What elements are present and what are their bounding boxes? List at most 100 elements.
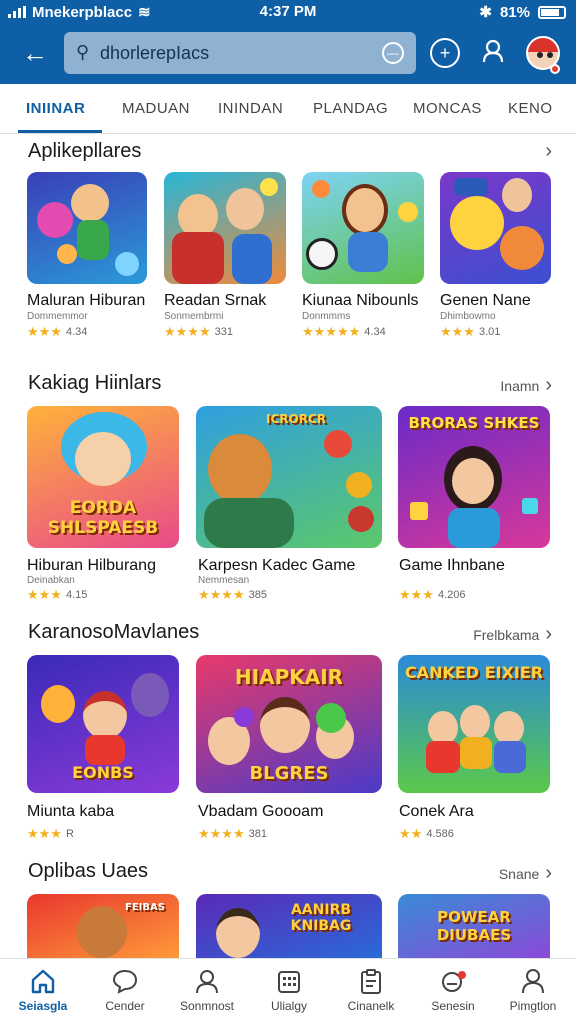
- section-more-label: Frelbkama: [473, 626, 540, 643]
- app-title: Game Ihnbane: [399, 557, 505, 574]
- rating-stars: ★★★: [399, 587, 434, 602]
- nav-item-ulialgy[interactable]: Ulialgy: [248, 967, 330, 1013]
- nav-label: Seiasgla: [18, 999, 68, 1013]
- app-thumbnail[interactable]: [440, 172, 551, 284]
- nav-item-sonmnost[interactable]: Sonmnost: [166, 967, 248, 1013]
- rating-value: 4.15: [65, 589, 88, 601]
- app-rating: ★★★★ 381: [198, 826, 267, 842]
- rating-stars: ★★★★: [198, 826, 245, 841]
- tab-indicator: [18, 130, 102, 133]
- nav-item-seiasgla[interactable]: Seiasgla: [2, 967, 84, 1013]
- section-title: Kakiag Hiinlars: [28, 372, 162, 394]
- clear-icon[interactable]: —: [382, 42, 404, 64]
- nav-item-senesin[interactable]: Senesin: [412, 967, 494, 1013]
- app-rating: ★★ 4.586: [399, 826, 454, 842]
- nav-label: Sonmnost: [179, 999, 235, 1013]
- user-icon[interactable]: [478, 38, 508, 68]
- rating-value: 331: [214, 326, 233, 338]
- thumbnail-logo-text: CANKED EIXIER: [404, 663, 544, 682]
- app-thumbnail[interactable]: HIAPKAIR BLGRES: [196, 655, 382, 793]
- tab-plandag[interactable]: PLANDAG: [313, 100, 388, 117]
- rating-value: R: [65, 828, 74, 840]
- app-card[interactable]: BRORAS SHKES: [398, 406, 550, 548]
- app-card[interactable]: POWEAR DIUBAES: [398, 894, 550, 958]
- app-thumbnail[interactable]: CANKED EIXIER: [398, 655, 550, 793]
- rating-value: 381: [248, 828, 267, 840]
- category-tabs: INIINAR MADUAN ININDAN PLANDAG MONCAS KE…: [0, 84, 576, 134]
- app-rating: ★★★★★ 4.34: [302, 324, 386, 340]
- app-developer: Deinabkan: [27, 575, 75, 586]
- app-rating: ★★★ 3.01: [440, 324, 500, 340]
- app-thumbnail[interactable]: FEIBAS: [27, 894, 179, 958]
- rating-value: 385: [248, 589, 267, 601]
- bottom-navigation: Seiasgla Cender Sonmnost Ulialgy Cinanel…: [0, 958, 576, 1024]
- app-card[interactable]: [27, 172, 147, 284]
- nav-item-pimgtlon[interactable]: Pimgtlon: [492, 967, 574, 1013]
- section-more-label: Inamn: [500, 377, 540, 394]
- app-thumbnail[interactable]: POWEAR DIUBAES: [398, 894, 550, 958]
- app-developer: Dommemmor: [27, 311, 88, 322]
- rating-value: 4.206: [437, 589, 466, 601]
- nav-item-cinanelk[interactable]: Cinanelk: [330, 967, 412, 1013]
- app-card[interactable]: EONBS: [27, 655, 179, 793]
- section-more-link[interactable]: ›: [545, 140, 552, 163]
- app-card[interactable]: [302, 172, 424, 284]
- header: ← ⚲ — +: [0, 30, 576, 76]
- app-card[interactable]: ICRORCR: [196, 406, 382, 548]
- section-more-label: Snane: [498, 865, 540, 882]
- app-thumbnail[interactable]: ICRORCR: [196, 406, 382, 548]
- app-card[interactable]: AANIRB KNIBAG: [196, 894, 382, 958]
- app-rating: ★★★★ 385: [198, 587, 267, 603]
- app-card[interactable]: [440, 172, 551, 284]
- section-more-link[interactable]: Snane ›: [499, 862, 552, 885]
- rating-stars: ★★★: [440, 324, 475, 339]
- app-thumbnail[interactable]: [27, 172, 147, 284]
- section-more-link[interactable]: Inamn ›: [500, 374, 552, 397]
- thumbnail-logo-text: EONBS: [72, 763, 134, 782]
- tab-inindan[interactable]: ININDAN: [218, 100, 283, 117]
- section-title: Aplikepllares: [28, 140, 142, 162]
- nav-label: Cender: [105, 999, 145, 1013]
- rating-value: 4.34: [65, 326, 88, 338]
- app-thumbnail[interactable]: [302, 172, 424, 284]
- tab-moncas[interactable]: MONCAS: [413, 100, 482, 117]
- add-icon[interactable]: +: [430, 38, 460, 68]
- rating-stars: ★★★★: [198, 587, 245, 602]
- app-rating: ★★★★ 331: [164, 324, 233, 340]
- app-title: Maluran Hiburan: [27, 292, 146, 309]
- rating-stars: ★★★: [27, 324, 62, 339]
- app-developer: Dhimbowmo: [440, 311, 496, 322]
- app-thumbnail[interactable]: EONBS: [27, 655, 179, 793]
- rating-value: 3.01: [478, 326, 501, 338]
- battery-percent: 81%: [499, 3, 530, 21]
- person-icon: [522, 969, 544, 994]
- app-title: Vbadam Goooam: [198, 803, 324, 820]
- app-card[interactable]: EORDA SHLSPAESB: [27, 406, 179, 548]
- tab-keno[interactable]: KENO: [508, 100, 553, 117]
- search-input[interactable]: [100, 38, 370, 68]
- back-arrow-icon[interactable]: ←: [18, 36, 52, 70]
- tab-iniinar[interactable]: INIINAR: [26, 100, 85, 117]
- app-thumbnail[interactable]: [164, 172, 286, 284]
- chevron-right-icon: ›: [545, 862, 552, 884]
- home-icon: [31, 969, 55, 994]
- profile-icon: [196, 970, 218, 994]
- app-screen: Mnekerpblacc ≋ 4:37 PM ✱ 81% ← ⚲ — +: [0, 0, 576, 1024]
- app-title: Genen Nane: [440, 292, 531, 309]
- nav-item-cender[interactable]: Cender: [84, 967, 166, 1013]
- app-thumbnail[interactable]: EORDA SHLSPAESB: [27, 406, 179, 548]
- bluetooth-icon: ✱: [479, 4, 492, 21]
- app-card[interactable]: CANKED EIXIER: [398, 655, 550, 793]
- rating-stars: ★★★: [27, 826, 62, 841]
- notification-badge: [550, 64, 560, 74]
- tab-maduan[interactable]: MADUAN: [122, 100, 190, 117]
- section-more-link[interactable]: Frelbkama ›: [473, 623, 552, 646]
- app-card[interactable]: HIAPKAIR BLGRES: [196, 655, 382, 793]
- nav-label: Pimgtlon: [509, 999, 557, 1013]
- app-thumbnail[interactable]: AANIRB KNIBAG: [196, 894, 382, 958]
- app-thumbnail[interactable]: BRORAS SHKES: [398, 406, 550, 548]
- app-card[interactable]: FEIBAS: [27, 894, 179, 958]
- app-title: Karpesn Kadec Game: [198, 557, 356, 574]
- search-bar[interactable]: ⚲ —: [64, 32, 416, 74]
- app-card[interactable]: [164, 172, 286, 284]
